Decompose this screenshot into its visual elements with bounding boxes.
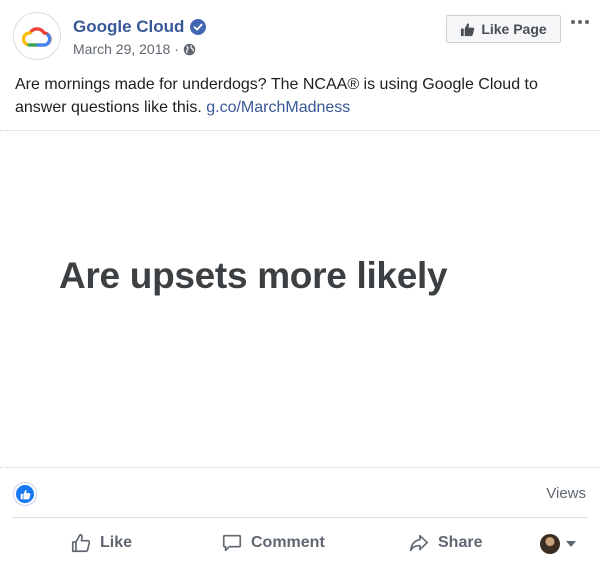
media-headline: Are upsets more likely	[59, 255, 448, 296]
verified-icon	[190, 19, 207, 35]
share-button[interactable]: Share	[408, 528, 482, 558]
reaction-summary: Views	[0, 470, 600, 516]
like-page-label: Like Page	[481, 21, 547, 37]
caret-down-icon	[566, 541, 576, 547]
thumbs-up-icon	[461, 22, 475, 36]
share-label: Share	[438, 534, 483, 551]
thumbs-up-icon	[20, 489, 30, 499]
like-button[interactable]: Like	[70, 528, 132, 558]
like-page-button[interactable]: Like Page	[446, 15, 561, 43]
comment-button[interactable]: Comment	[221, 528, 325, 558]
more-dots-icon	[571, 20, 575, 24]
page-name-link[interactable]: Google Cloud	[73, 17, 207, 37]
post-meta: March 29, 2018 ·	[73, 41, 196, 57]
action-bar: Like Comment Share	[0, 518, 600, 567]
page-name[interactable]: Google Cloud	[73, 17, 184, 37]
post-link[interactable]: g.co/MarchMadness	[206, 99, 350, 116]
comment-icon	[222, 534, 242, 552]
post-text: Are mornings made for underdogs? The NCA…	[15, 73, 590, 119]
post-date[interactable]: March 29, 2018	[73, 41, 170, 57]
google-cloud-logo	[22, 27, 52, 47]
globe-icon	[183, 43, 196, 55]
like-reaction-icon[interactable]	[14, 483, 36, 505]
user-avatar	[540, 534, 560, 554]
meta-separator: ·	[174, 41, 179, 57]
page-avatar[interactable]	[13, 12, 61, 60]
share-icon	[409, 534, 429, 552]
like-label: Like	[100, 534, 133, 551]
post-media[interactable]: Are upsets more likely	[0, 130, 600, 468]
more-options-button[interactable]	[568, 12, 592, 32]
comment-label: Comment	[251, 534, 325, 551]
thumbs-up-outline-icon	[71, 533, 91, 553]
views-count[interactable]: Views	[546, 485, 586, 502]
post-header: Google Cloud March 29, 2018 · Like Page	[0, 0, 600, 70]
reaction-selector[interactable]	[540, 534, 576, 554]
